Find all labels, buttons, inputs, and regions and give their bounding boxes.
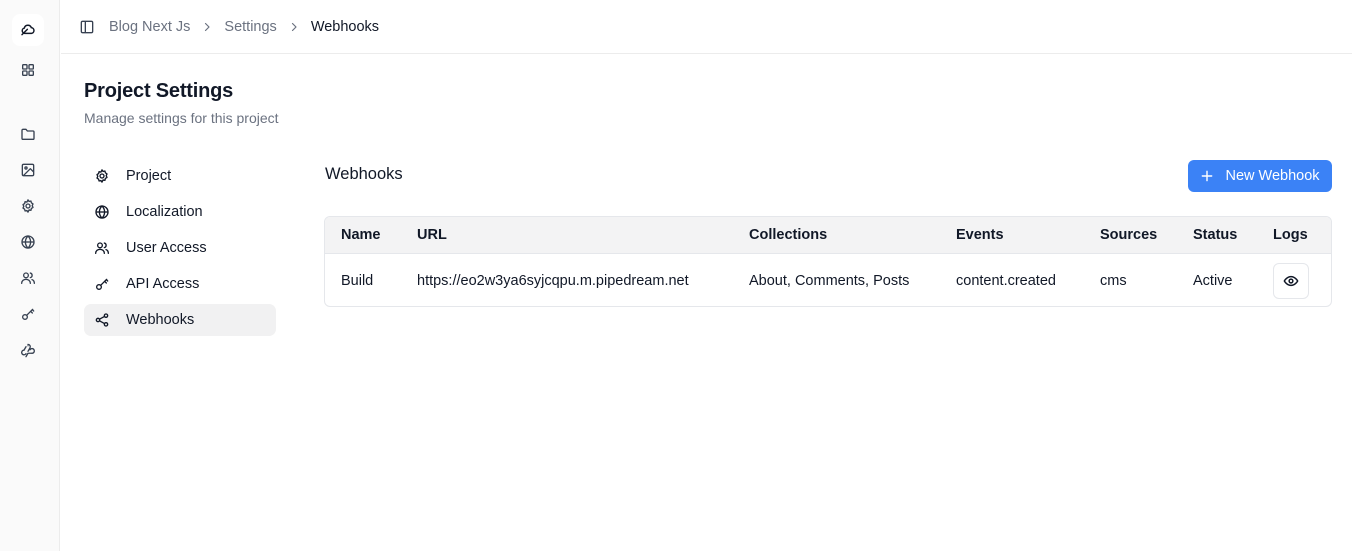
cell-collections: About, Comments, Posts: [749, 272, 910, 289]
key-icon[interactable]: [14, 300, 42, 328]
folder-icon[interactable]: [14, 120, 42, 148]
globe-icon[interactable]: [14, 228, 42, 256]
chevron-right-icon: [190, 21, 224, 33]
users-icon: [95, 242, 109, 254]
webhook-icon[interactable]: [14, 336, 42, 364]
page-title: Project Settings: [84, 80, 234, 102]
settings-nav-label: Project: [126, 168, 172, 184]
users-icon[interactable]: [14, 264, 42, 292]
eye-icon: [1283, 275, 1299, 286]
sidebar-toggle-icon[interactable]: [78, 18, 96, 36]
settings-nav-label: Localization: [126, 204, 203, 220]
cloud-logo-icon[interactable]: [12, 14, 44, 46]
column-header-sources: Sources: [1100, 227, 1158, 243]
cell-status: Active: [1193, 272, 1233, 289]
grid-icon[interactable]: [14, 56, 42, 84]
settings-nav-label: Webhooks: [126, 312, 195, 328]
new-webhook-label: New Webhook: [1225, 168, 1320, 184]
view-logs-button[interactable]: [1273, 262, 1309, 299]
plus-icon: [1202, 170, 1213, 182]
cell-events: content.created: [956, 272, 1056, 289]
column-header-collections: Collections: [749, 227, 828, 243]
share-nodes-icon: [95, 313, 109, 327]
settings-nav-label: API Access: [126, 276, 200, 292]
cell-sources: cms: [1100, 272, 1127, 289]
settings-nav: Project Localization User Access API Acc…: [84, 160, 276, 340]
webhooks-table: Name URL Collections Events Sources Stat…: [324, 216, 1332, 307]
table-row[interactable]: Build https://eo2w3ya6syjcqpu.m.pipedrea…: [325, 254, 1331, 306]
cell-name: Build: [341, 272, 374, 289]
column-header-url: URL: [417, 227, 447, 243]
column-header-events: Events: [956, 227, 1004, 243]
breadcrumb-settings[interactable]: Settings: [224, 19, 276, 35]
breadcrumb-project[interactable]: Blog Next Js: [109, 19, 190, 35]
settings-nav-webhooks[interactable]: Webhooks: [84, 304, 276, 336]
cell-logs: [1273, 254, 1309, 306]
gear-icon: [96, 169, 108, 183]
column-header-status: Status: [1193, 227, 1238, 243]
settings-nav-user-access[interactable]: User Access: [84, 232, 276, 264]
new-webhook-button[interactable]: New Webhook: [1188, 160, 1332, 192]
settings-nav-api-access[interactable]: API Access: [84, 268, 276, 300]
image-icon[interactable]: [14, 156, 42, 184]
chevron-right-icon: [277, 21, 311, 33]
key-icon: [96, 278, 109, 290]
gear-icon[interactable]: [14, 192, 42, 220]
column-header-logs: Logs: [1273, 227, 1308, 243]
top-bar: Blog Next Js Settings Webhooks: [61, 0, 1352, 54]
globe-icon: [95, 205, 109, 219]
column-header-name: Name: [341, 227, 381, 243]
page-subtitle: Manage settings for this project: [84, 110, 279, 126]
settings-nav-label: User Access: [126, 240, 207, 256]
icon-rail: [0, 0, 60, 551]
table-header: Name URL Collections Events Sources Stat…: [325, 217, 1331, 254]
settings-nav-project[interactable]: Project: [84, 160, 276, 192]
breadcrumb-webhooks: Webhooks: [310, 18, 380, 35]
section-title: Webhooks: [325, 165, 403, 183]
cell-url: https://eo2w3ya6syjcqpu.m.pipedream.net: [417, 272, 689, 289]
settings-nav-localization[interactable]: Localization: [84, 196, 276, 228]
